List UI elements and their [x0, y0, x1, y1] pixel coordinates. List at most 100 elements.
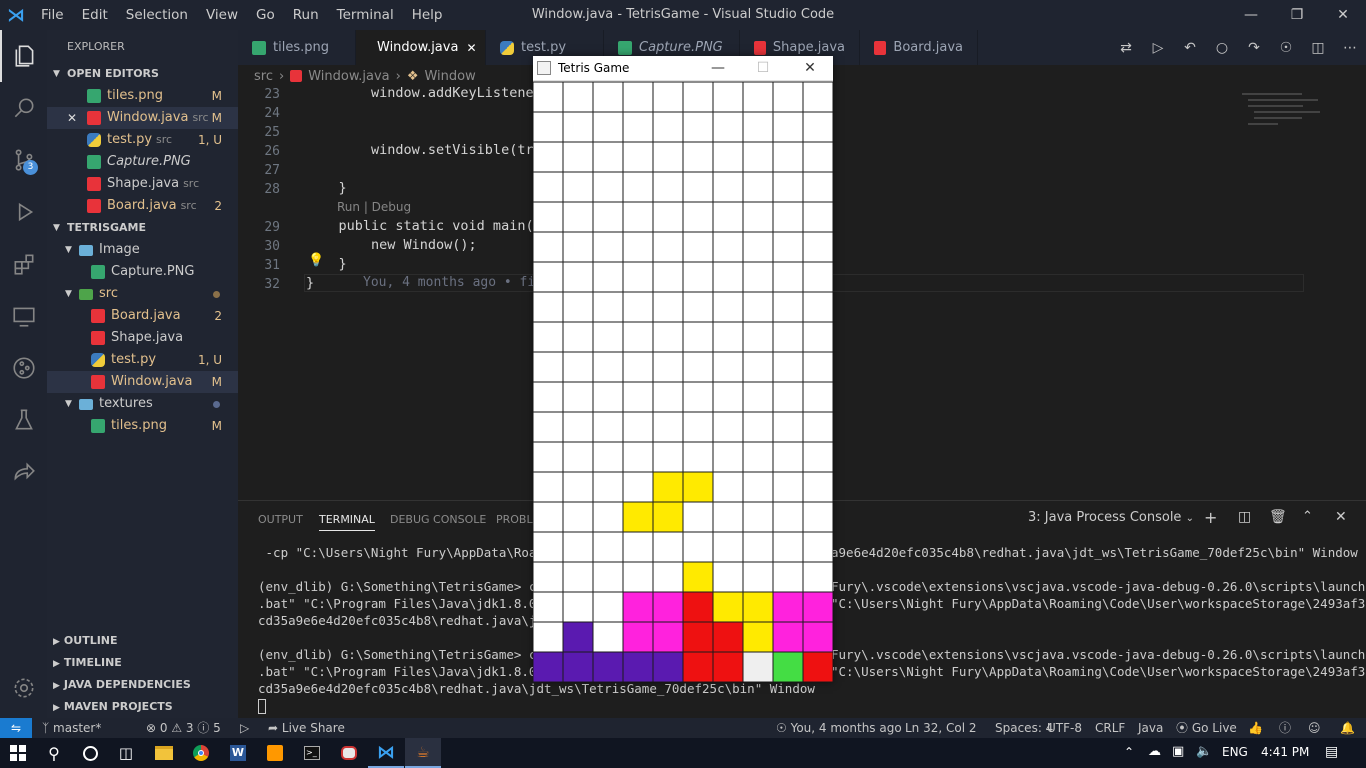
- code-line[interactable]: window.setVisible(true: [306, 142, 550, 158]
- line-ending[interactable]: CRLF: [1095, 718, 1125, 738]
- windows-start-icon[interactable]: [0, 738, 36, 768]
- live-share-icon[interactable]: [0, 446, 47, 498]
- menu-file[interactable]: File: [32, 0, 73, 30]
- menu-edit[interactable]: Edit: [73, 0, 117, 30]
- search-icon[interactable]: [0, 82, 47, 134]
- tree-file-capture[interactable]: Capture.PNG: [47, 261, 238, 283]
- cursor-position[interactable]: Ln 32, Col 2: [905, 718, 977, 738]
- close-button[interactable]: ✕: [1320, 0, 1366, 30]
- lightbulb-icon[interactable]: 💡: [308, 253, 324, 268]
- volume-icon[interactable]: 🔈: [1196, 744, 1212, 759]
- tetris-board[interactable]: [533, 81, 833, 682]
- vscode-taskbar-icon[interactable]: ⋈: [368, 738, 404, 768]
- codelens-run-debug[interactable]: Run | Debug: [337, 200, 411, 214]
- tree-file-test[interactable]: test.py 1, U: [47, 349, 238, 371]
- maximize-panel-icon[interactable]: ⌃: [1302, 509, 1313, 524]
- java-app-taskbar-icon[interactable]: ☕: [405, 738, 441, 768]
- go-back-icon[interactable]: ↶: [1174, 40, 1206, 56]
- explorer-icon[interactable]: [0, 30, 47, 82]
- source-control-icon[interactable]: 3: [0, 134, 47, 186]
- remote-indicator-icon[interactable]: ⇋: [0, 718, 32, 738]
- open-editor-item[interactable]: Board.java src 2: [47, 195, 238, 217]
- tree-folder-image[interactable]: ▼ Image: [47, 239, 238, 261]
- maven-projects-section[interactable]: ▶ MAVEN PROJECTS: [47, 696, 238, 718]
- project-section[interactable]: ▼ TETRISGAME: [47, 217, 238, 239]
- new-terminal-icon[interactable]: +: [1204, 508, 1217, 527]
- terminal-select[interactable]: 3: Java Process Console ⌄: [1028, 510, 1194, 525]
- open-editor-item[interactable]: Capture.PNG: [47, 151, 238, 173]
- open-editor-item[interactable]: ✕ Window.java src M: [47, 107, 238, 129]
- run-debug-icon[interactable]: [0, 186, 47, 238]
- terminal-app-icon[interactable]: >_: [294, 738, 330, 768]
- open-editors-section[interactable]: ▼ OPEN EDITORS: [47, 63, 238, 85]
- onedrive-cloud-icon[interactable]: ☁: [1148, 744, 1161, 759]
- tetris-maximize-button[interactable]: ☐: [748, 56, 778, 80]
- chevron-up-icon[interactable]: ⌃: [1124, 745, 1134, 759]
- battery-icon[interactable]: ▣: [1172, 744, 1184, 759]
- code-line[interactable]: new Window();: [306, 237, 477, 253]
- tree-file-window[interactable]: Window.java M: [47, 371, 238, 393]
- run-icon[interactable]: ▷: [1142, 40, 1174, 56]
- notifications-bell-icon[interactable]: 🔔: [1340, 718, 1355, 738]
- clock[interactable]: 4:41 PM: [1261, 745, 1309, 759]
- menu-help[interactable]: Help: [403, 0, 452, 30]
- kill-terminal-trash-icon[interactable]: 🗑: [1269, 509, 1287, 525]
- tetris-close-button[interactable]: ✕: [795, 56, 825, 80]
- tab-terminal[interactable]: TERMINAL: [319, 513, 375, 531]
- sublime-text-icon[interactable]: [257, 738, 293, 768]
- tree-file-board[interactable]: Board.java 2: [47, 305, 238, 327]
- go-live[interactable]: ⦿ Go Live: [1176, 718, 1237, 738]
- language-mode[interactable]: Java: [1138, 718, 1163, 738]
- split-editor-icon[interactable]: ◫: [1302, 40, 1334, 56]
- blame-status[interactable]: ☉ You, 4 months ago: [776, 718, 902, 738]
- code-line[interactable]: }: [306, 180, 347, 196]
- tab-tiles-png[interactable]: tiles.png: [238, 30, 356, 65]
- go-forward-icon[interactable]: ↷: [1238, 40, 1270, 56]
- breadcrumb-symbol[interactable]: Window: [424, 69, 475, 84]
- testing-flask-icon[interactable]: [0, 394, 47, 446]
- info-icon[interactable]: ⓘ: [1279, 718, 1291, 738]
- remote-explorer-icon[interactable]: [0, 290, 47, 342]
- minimap[interactable]: [1238, 87, 1350, 147]
- tab-window-java[interactable]: Window.java ✕: [356, 30, 486, 65]
- live-share-status[interactable]: ➦ Live Share: [268, 718, 345, 738]
- tree-file-shape[interactable]: Shape.java: [47, 327, 238, 349]
- tab-output[interactable]: OUTPUT: [258, 513, 303, 526]
- breadcrumb-src[interactable]: src: [254, 69, 273, 84]
- menu-view[interactable]: View: [197, 0, 247, 30]
- tree-folder-textures[interactable]: ▼ textures: [47, 393, 238, 415]
- action-center-icon[interactable]: ▤: [1325, 744, 1338, 760]
- tetris-game-window[interactable]: Tetris Game — ☐ ✕: [533, 56, 833, 682]
- minimize-button[interactable]: —: [1228, 0, 1274, 30]
- git-graph-icon[interactable]: [0, 342, 47, 394]
- code-line[interactable]: window.addKeyListener(: [306, 85, 550, 101]
- word-icon[interactable]: W: [220, 738, 256, 768]
- app-icon[interactable]: [331, 738, 367, 768]
- code-line[interactable]: public static void main(St: [306, 218, 550, 234]
- branch-indicator[interactable]: ᛉ master*: [42, 718, 101, 738]
- restore-button[interactable]: ❐: [1274, 0, 1320, 30]
- chrome-icon[interactable]: [183, 738, 219, 768]
- encoding[interactable]: UTF-8: [1047, 718, 1082, 738]
- toggle-blame-icon[interactable]: ○: [1206, 40, 1238, 56]
- tab-debug-console[interactable]: DEBUG CONSOLE: [390, 513, 486, 526]
- compare-icon[interactable]: ⇄: [1110, 40, 1142, 56]
- search-icon[interactable]: ⚲: [36, 738, 72, 768]
- file-explorer-icon[interactable]: [146, 738, 182, 768]
- problems-indicator[interactable]: ⊗ 0 ⚠ 3 ⓘ 5: [146, 718, 221, 738]
- outline-section[interactable]: ▶ OUTLINE: [47, 630, 238, 652]
- menu-selection[interactable]: Selection: [117, 0, 197, 30]
- input-language[interactable]: ENG: [1222, 745, 1248, 759]
- tree-folder-src[interactable]: ▼ src: [47, 283, 238, 305]
- run-icon[interactable]: ▷: [240, 718, 249, 738]
- manage-gear-icon[interactable]: [0, 662, 47, 714]
- timeline-section[interactable]: ▶ TIMELINE: [47, 652, 238, 674]
- tetris-minimize-button[interactable]: —: [703, 56, 733, 80]
- menu-go[interactable]: Go: [247, 0, 284, 30]
- close-panel-icon[interactable]: ✕: [1335, 509, 1347, 525]
- menu-terminal[interactable]: Terminal: [328, 0, 403, 30]
- tab-board-java[interactable]: Board.java: [860, 30, 978, 65]
- open-editor-item[interactable]: Shape.java src: [47, 173, 238, 195]
- task-view-icon[interactable]: ◫: [108, 738, 144, 768]
- open-editor-item[interactable]: tiles.png M: [47, 85, 238, 107]
